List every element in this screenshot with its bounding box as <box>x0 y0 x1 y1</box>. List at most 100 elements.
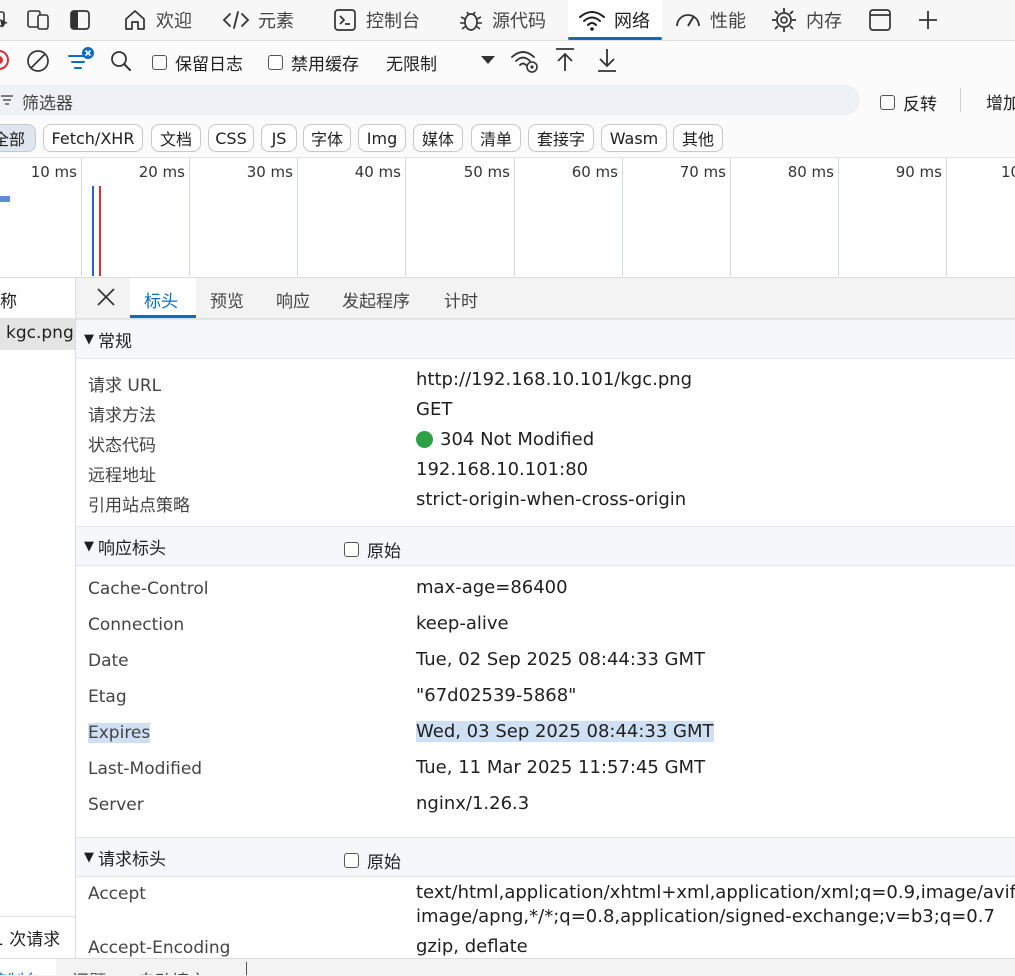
checkbox-box[interactable] <box>880 95 895 110</box>
checkbox-box[interactable] <box>268 55 283 70</box>
section-title-text: 响应标头 <box>98 538 166 559</box>
inspect-element-icon[interactable] <box>0 8 12 32</box>
raw-headers-checkbox[interactable]: 原始 <box>344 537 401 562</box>
type-filter-wasm[interactable]: Wasm <box>601 124 667 152</box>
header-row: Server nginx/1.26.3 <box>76 791 1015 821</box>
device-emulation-icon[interactable] <box>26 8 52 32</box>
header-value: 192.168.10.101:80 <box>416 459 589 480</box>
response-headers-section-header[interactable]: ▼ 响应标头 原始 <box>76 526 1015 566</box>
header-row: Last-Modified Tue, 11 Mar 2025 11:57:45 … <box>76 755 1015 785</box>
more-filters-button[interactable]: 增加 <box>986 89 1015 114</box>
request-row[interactable]: kgc.png <box>0 318 75 350</box>
type-filter-websocket[interactable]: 套接字 <box>528 124 594 152</box>
status-code-text: 304 Not Modified <box>440 429 595 450</box>
tab-console[interactable]: 控制台 <box>324 0 452 40</box>
tab-sources[interactable]: 源代码 <box>450 0 570 40</box>
disable-cache-checkbox[interactable]: 禁用缓存 <box>268 50 359 75</box>
header-row: 状态代码 304 Not Modified <box>76 427 1015 457</box>
timeline-gridline <box>946 158 947 276</box>
column-header-name[interactable]: 名称 <box>0 278 75 318</box>
type-filter-img[interactable]: Img <box>358 124 406 152</box>
toggle-sidebar-icon[interactable] <box>67 7 93 33</box>
tab-network[interactable]: 网络 <box>568 0 662 40</box>
header-value: Wed, 03 Sep 2025 08:44:33 GMT <box>416 721 714 742</box>
type-filter-media[interactable]: 媒体 <box>413 124 463 152</box>
more-tools-icon[interactable] <box>866 6 894 34</box>
close-icon[interactable] <box>94 285 118 309</box>
type-filter-manifest[interactable]: 清单 <box>471 124 521 152</box>
type-filter-fetch-xhr[interactable]: Fetch/XHR <box>43 124 143 152</box>
chevron-down-icon[interactable] <box>478 52 498 68</box>
invert-checkbox[interactable]: 反转 <box>880 90 937 115</box>
timeline-tick-label: 30 ms <box>246 163 293 181</box>
bug-icon <box>460 11 482 31</box>
header-key: Accept <box>88 884 146 904</box>
timeline-gridline <box>514 158 515 276</box>
timeline-gridline <box>405 158 406 276</box>
tab-performance[interactable]: 性能 <box>668 0 766 40</box>
header-key: 请求 URL <box>88 376 162 396</box>
tab-preview[interactable]: 预览 <box>210 287 244 312</box>
type-filter-other[interactable]: 其他 <box>673 124 723 152</box>
header-row: Accept text/html,application/xhtml+xml,a… <box>76 880 1015 932</box>
search-icon[interactable] <box>108 48 134 74</box>
filter-input[interactable] <box>0 85 860 115</box>
tab-headers[interactable]: 标头 <box>144 287 178 312</box>
clear-icon[interactable] <box>26 49 50 73</box>
dom-content-loaded-marker <box>92 186 94 276</box>
filter-toggle-icon[interactable] <box>66 46 96 74</box>
checkbox-box[interactable] <box>344 853 359 868</box>
tab-welcome[interactable]: 欢迎 <box>114 0 214 40</box>
header-row: Cache-Control max-age=86400 <box>76 575 1015 605</box>
preserve-log-checkbox[interactable]: 保留日志 <box>152 50 243 75</box>
filter-placeholder: 筛选器 <box>22 94 73 114</box>
drawer-tab-autofill[interactable]: 自动填充 <box>138 959 234 975</box>
header-value: max-age=86400 <box>416 577 568 598</box>
disable-cache-label: 禁用缓存 <box>291 55 359 75</box>
header-row: Etag "67d02539-5868" <box>76 683 1015 713</box>
raw-headers-checkbox[interactable]: 原始 <box>344 848 401 873</box>
type-filter-js[interactable]: JS <box>261 124 297 152</box>
checkbox-box[interactable] <box>152 55 167 70</box>
header-key: Date <box>88 651 129 671</box>
tab-memory[interactable]: 内存 <box>764 0 862 40</box>
type-filter-all[interactable]: 全部 <box>0 124 36 152</box>
header-key: 状态代码 <box>88 436 156 456</box>
network-conditions-icon[interactable] <box>510 47 540 75</box>
general-section-header[interactable]: ▼ 常规 <box>76 319 1015 359</box>
tab-label: 元素 <box>258 11 294 32</box>
gauge-icon <box>676 14 700 27</box>
request-summary: 1 次请求 <box>0 916 75 955</box>
tab-elements[interactable]: 元素 <box>214 0 322 40</box>
import-har-icon[interactable] <box>552 46 578 74</box>
checkbox-box[interactable] <box>344 542 359 557</box>
header-value: 304 Not Modified <box>416 429 594 450</box>
load-event-marker <box>99 186 101 276</box>
type-filter-doc[interactable]: 文档 <box>151 124 201 152</box>
throttling-select[interactable]: 无限制 <box>386 50 437 75</box>
request-headers-section-header[interactable]: ▼ 请求标头 原始 <box>76 837 1015 877</box>
tab-label: 控制台 <box>366 11 420 32</box>
drawer-tab-console[interactable]: 控制台 <box>0 959 56 975</box>
type-filter-font[interactable]: 字体 <box>303 124 351 152</box>
timeline-tick-label: 20 ms <box>138 163 185 181</box>
request-list <box>0 278 76 975</box>
tab-initiator[interactable]: 发起程序 <box>342 287 410 312</box>
record-icon[interactable] <box>0 49 10 71</box>
timeline-tick-label: 40 ms <box>354 163 401 181</box>
raw-label: 原始 <box>367 542 401 562</box>
header-row: Connection keep-alive <box>76 611 1015 641</box>
type-filter-css[interactable]: CSS <box>208 124 254 152</box>
tab-timing[interactable]: 计时 <box>444 287 478 312</box>
add-tab-icon[interactable] <box>914 6 942 34</box>
divider <box>246 962 247 975</box>
header-row-selected: Expires Wed, 03 Sep 2025 08:44:33 GMT <box>76 719 1015 749</box>
timeline-tick-label: 60 ms <box>571 163 618 181</box>
export-har-icon[interactable] <box>594 46 620 74</box>
triangle-down-icon: ▼ <box>84 538 94 554</box>
drawer-tab-issues[interactable]: 问题 <box>72 959 132 975</box>
header-value: GET <box>416 399 453 420</box>
header-row: 请求方法 GET <box>76 397 1015 427</box>
tab-response[interactable]: 响应 <box>276 287 310 312</box>
header-value: Tue, 02 Sep 2025 08:44:33 GMT <box>416 649 706 670</box>
